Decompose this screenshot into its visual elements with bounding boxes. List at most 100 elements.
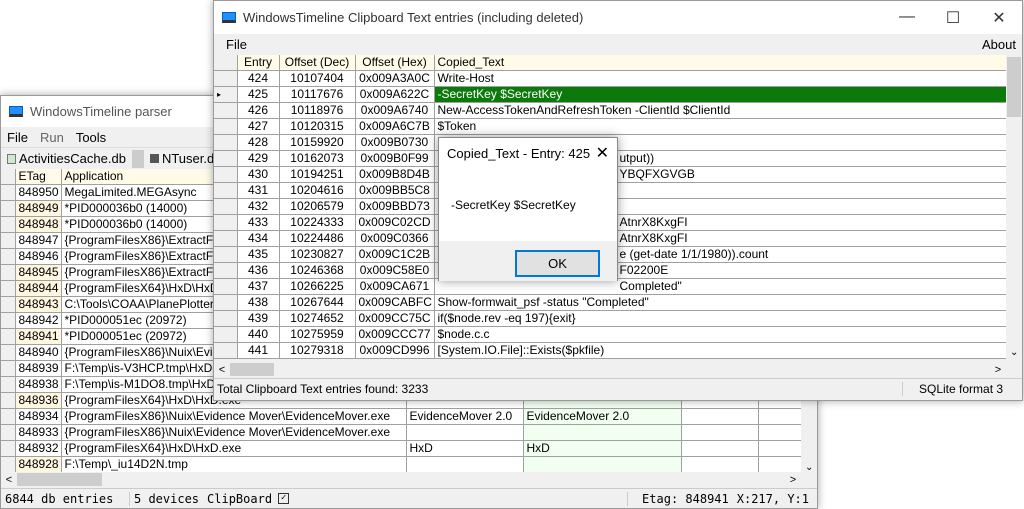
- column-header-offset-dec[interactable]: Offset (Dec): [279, 55, 356, 72]
- toolbar-divider: [131, 149, 144, 168]
- scroll-thumb[interactable]: [230, 363, 274, 376]
- row-selector[interactable]: [214, 326, 238, 344]
- table-row[interactable]: 424 10107404 0x009A3A0C Write-Host: [214, 70, 1007, 88]
- row-selector[interactable]: [1, 408, 16, 426]
- row-selector[interactable]: [214, 214, 238, 232]
- row-selector[interactable]: [214, 246, 238, 264]
- scroll-right-icon[interactable]: >: [990, 364, 1006, 376]
- row-selector[interactable]: [214, 310, 238, 328]
- entry-cell: 430: [237, 166, 280, 184]
- row-selector[interactable]: [1, 184, 16, 202]
- row-selector[interactable]: [1, 376, 16, 394]
- copied-text-cell: if($node.rev -eq 197){exit}: [434, 310, 1007, 328]
- entry-cell: 431: [237, 182, 280, 200]
- dialog-message: -SecretKey $SecretKey: [451, 198, 576, 212]
- table-row[interactable]: 441 10279318 0x009CD996 [System.IO.File]::E…: [214, 342, 1007, 360]
- row-selector[interactable]: [214, 294, 238, 312]
- scroll-thumb[interactable]: [1007, 57, 1021, 117]
- row-selector[interactable]: ▸: [214, 86, 238, 104]
- cell: HxD: [523, 440, 682, 458]
- ok-button[interactable]: OK: [515, 250, 600, 277]
- row-selector[interactable]: [1, 344, 16, 362]
- row-selector[interactable]: [1, 264, 16, 282]
- row-selector[interactable]: [214, 118, 238, 136]
- row-selector[interactable]: [1, 392, 16, 410]
- row-selector[interactable]: [1, 424, 16, 442]
- row-selector[interactable]: [1, 360, 16, 378]
- scroll-left-icon[interactable]: <: [1, 474, 17, 486]
- copied-text-cell: Write-Host: [434, 70, 1007, 88]
- row-selector[interactable]: [1, 248, 16, 266]
- table-row[interactable]: 439 10274652 0x009CC75C if($node.rev -eq 19…: [214, 310, 1007, 328]
- row-selector[interactable]: [214, 166, 238, 184]
- scroll-down-icon[interactable]: ⌄: [805, 462, 813, 473]
- application-cell: F:\Temp\_iu14D2N.tmp: [61, 456, 407, 474]
- table-row[interactable]: 848928 F:\Temp\_iu14D2N.tmp: [1, 456, 802, 474]
- row-selector[interactable]: [1, 456, 16, 474]
- row-selector[interactable]: [214, 70, 238, 88]
- menu-file[interactable]: File: [214, 37, 253, 52]
- row-selector[interactable]: [214, 134, 238, 152]
- table-row[interactable]: 427 10120315 0x009A6C7B $Token: [214, 118, 1007, 136]
- column-header-etag[interactable]: ETag: [15, 169, 62, 186]
- menu-tools[interactable]: Tools: [70, 130, 112, 145]
- scroll-down-icon[interactable]: ⌄: [1010, 347, 1018, 358]
- close-icon[interactable]: ✕: [976, 8, 1022, 28]
- offset-dec-cell: 10274652: [279, 310, 356, 328]
- status-bar: Total Clipboard Text entries found: 3233…: [214, 378, 1022, 398]
- application-cell: {ProgramFilesX86}\Nuix\Evidence Mover\Ev…: [61, 408, 407, 426]
- scroll-left-icon[interactable]: <: [214, 364, 230, 376]
- column-header-entry[interactable]: Entry: [237, 55, 280, 72]
- etag-cell: 848928: [15, 456, 62, 474]
- close-icon[interactable]: ✕: [596, 143, 609, 163]
- row-selector[interactable]: [1, 440, 16, 458]
- column-header-offset-hex[interactable]: Offset (Hex): [355, 55, 435, 72]
- table-row[interactable]: 438 10267644 0x009CABFC Show-formwait_psf -…: [214, 294, 1007, 312]
- menu-about[interactable]: About: [976, 37, 1022, 52]
- dialog-footer: OK: [439, 241, 617, 281]
- table-row[interactable]: 848932 {ProgramFilesX64}\HxD\HxD.exe HxD Hx…: [1, 440, 802, 458]
- maximize-icon[interactable]: ☐: [930, 8, 976, 28]
- horizontal-scrollbar[interactable]: < >: [1, 472, 801, 487]
- row-selector[interactable]: [1, 232, 16, 250]
- row-selector[interactable]: [1, 200, 16, 218]
- row-selector[interactable]: [214, 262, 238, 280]
- horizontal-scrollbar[interactable]: < >: [214, 362, 1006, 377]
- etag-cell: 848936: [15, 392, 62, 410]
- table-row[interactable]: 437 10266225 0x009CA671 Completed": [214, 278, 1007, 296]
- vertical-scrollbar[interactable]: ⌄: [1006, 55, 1022, 362]
- row-selector[interactable]: [1, 296, 16, 314]
- offset-hex-cell: 0x009C58E0: [355, 262, 435, 280]
- activitiescache-button[interactable]: ActivitiesCache.db: [1, 151, 132, 166]
- etag-cell: 848944: [15, 280, 62, 298]
- table-row[interactable]: 440 10275959 0x009CCC77 $node.c.c: [214, 326, 1007, 344]
- row-selector[interactable]: [214, 198, 238, 216]
- offset-hex-cell: 0x009CA671: [355, 278, 435, 296]
- row-selector[interactable]: [1, 280, 16, 298]
- entry-cell: 438: [237, 294, 280, 312]
- row-selector[interactable]: [214, 278, 238, 296]
- table-row[interactable]: 426 10118976 0x009A6740 New-AccessTokenAndR…: [214, 102, 1007, 120]
- table-row[interactable]: 848934 {ProgramFilesX86}\Nuix\Evidence Mo…: [1, 408, 802, 426]
- menu-file[interactable]: File: [1, 130, 34, 145]
- entry-cell: 425: [237, 86, 280, 104]
- row-selector[interactable]: [214, 102, 238, 120]
- clipboard-checkbox[interactable]: ✓: [278, 493, 290, 504]
- row-selector[interactable]: [214, 150, 238, 168]
- row-selector[interactable]: [1, 328, 16, 346]
- table-row[interactable]: 848933 {ProgramFilesX86}\Nuix\Evidence Mo…: [1, 424, 802, 442]
- row-selector[interactable]: [1, 312, 16, 330]
- scroll-thumb[interactable]: [17, 473, 102, 486]
- scroll-right-icon[interactable]: >: [785, 474, 801, 486]
- entry-cell: 432: [237, 198, 280, 216]
- row-selector[interactable]: [214, 230, 238, 248]
- menu-run[interactable]: Run: [34, 130, 70, 145]
- column-header-copied-text[interactable]: Copied_Text: [434, 55, 1007, 72]
- row-selector[interactable]: [214, 342, 238, 360]
- row-selector[interactable]: [214, 182, 238, 200]
- minimize-icon[interactable]: —: [884, 8, 930, 28]
- app-icon: [9, 106, 23, 117]
- table-row[interactable]: ▸ 425 10117676 0x009A622C -SecretKey $Secret…: [214, 86, 1007, 104]
- offset-hex-cell: 0x009B0F99: [355, 150, 435, 168]
- row-selector[interactable]: [1, 216, 16, 234]
